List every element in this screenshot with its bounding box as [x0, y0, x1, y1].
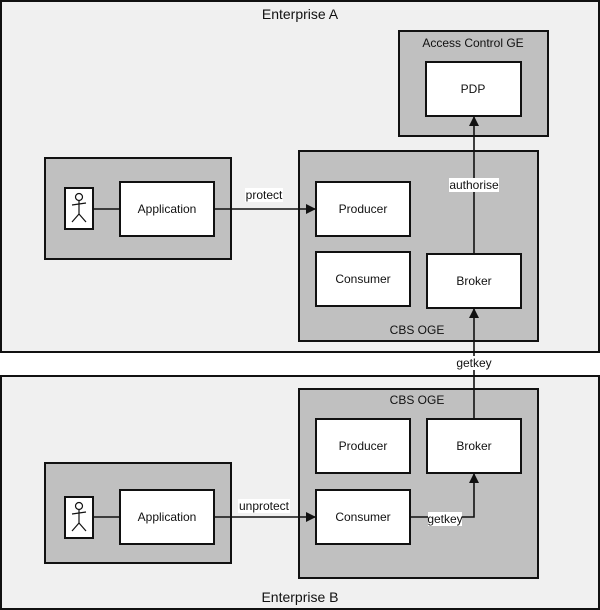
application-a-label: Application: [138, 202, 197, 216]
cbs-oge-b: CBS OGE Producer Broker Consumer: [298, 388, 539, 579]
consumer-a-label: Consumer: [335, 272, 390, 286]
cbs-oge-b-title: CBS OGE: [390, 393, 445, 407]
cbs-oge-a-title: CBS OGE: [390, 323, 445, 337]
enterprise-b: Enterprise B CBS OGE Producer Broker Con…: [0, 375, 600, 610]
getkey-cross-label: getkey: [456, 356, 491, 370]
unprotect-label: unprotect: [239, 499, 290, 513]
access-control-title: Access Control GE: [422, 36, 523, 50]
application-b-label: Application: [138, 510, 197, 524]
architecture-diagram: Enterprise A Access Control GE PDP CBS O…: [0, 0, 600, 610]
consumer-b-label: Consumer: [335, 510, 390, 524]
client-a: Application: [44, 157, 232, 260]
authorise-label: authorise: [449, 178, 499, 192]
broker-a-label: Broker: [456, 274, 491, 288]
enterprise-b-title: Enterprise B: [261, 589, 338, 605]
client-b: Application: [44, 462, 232, 564]
producer-b-label: Producer: [339, 439, 388, 453]
enterprise-a: Enterprise A Access Control GE PDP CBS O…: [0, 0, 600, 353]
broker-b-label: Broker: [456, 439, 491, 453]
cbs-oge-a: CBS OGE Producer Consumer Broker: [298, 150, 539, 342]
pdp-label: PDP: [461, 82, 486, 96]
protect-label: protect: [246, 188, 283, 202]
producer-a-label: Producer: [339, 202, 388, 216]
getkey-internal-label: getkey: [427, 512, 462, 526]
enterprise-a-title: Enterprise A: [262, 6, 339, 22]
